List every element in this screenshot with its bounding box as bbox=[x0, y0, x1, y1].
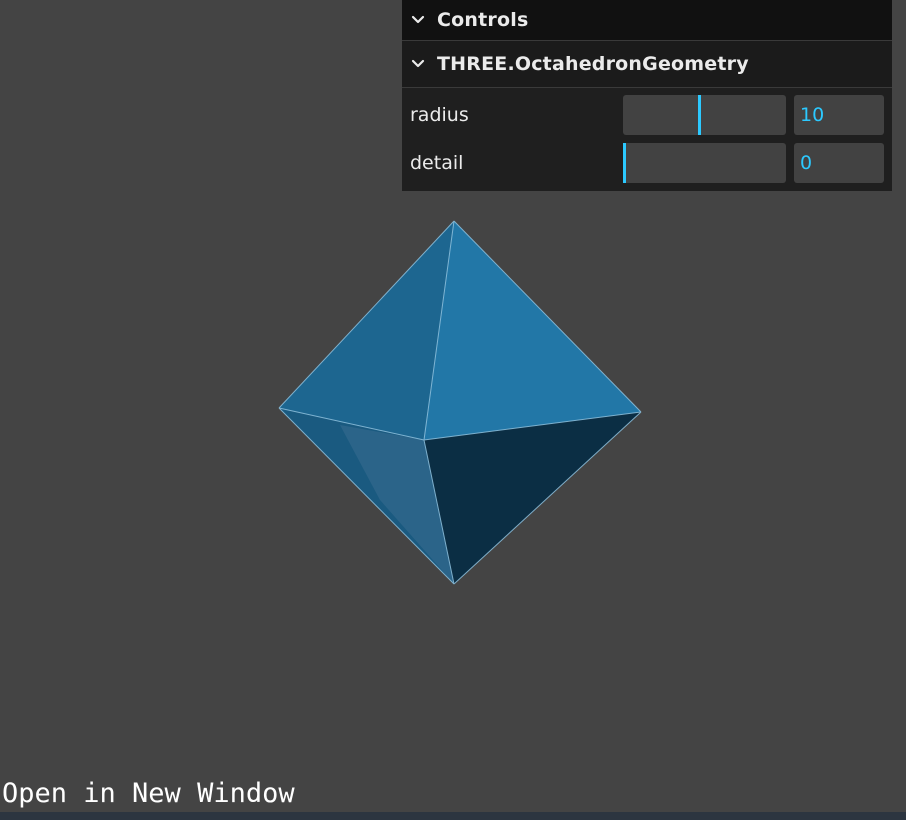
chevron-down-icon bbox=[411, 59, 425, 68]
radius-label: radius bbox=[410, 104, 469, 126]
folder-controls: radius detail bbox=[402, 88, 892, 191]
radius-slider[interactable] bbox=[623, 95, 786, 135]
octahedron-face-lower-right bbox=[424, 412, 641, 584]
controls-title-bar[interactable]: Controls bbox=[402, 0, 892, 41]
folder-title: THREE.OctahedronGeometry bbox=[437, 53, 749, 75]
radius-input[interactable] bbox=[794, 95, 884, 135]
octahedron-face-upper-right bbox=[424, 221, 641, 440]
detail-slider-handle[interactable] bbox=[623, 143, 626, 183]
detail-control: detail bbox=[402, 139, 892, 187]
detail-label: detail bbox=[410, 152, 464, 174]
radius-control: radius bbox=[402, 91, 892, 139]
folder-title-bar[interactable]: THREE.OctahedronGeometry bbox=[402, 41, 892, 88]
open-in-new-window-link[interactable]: Open in New Window bbox=[2, 778, 295, 809]
controls-panel: Controls THREE.OctahedronGeometry radius… bbox=[402, 0, 892, 191]
controls-title: Controls bbox=[437, 9, 529, 31]
radius-slider-handle[interactable] bbox=[698, 95, 701, 135]
detail-input[interactable] bbox=[794, 143, 884, 183]
chevron-down-icon bbox=[411, 15, 425, 24]
octahedron-face-upper-left bbox=[279, 221, 454, 440]
bottom-bar bbox=[0, 812, 906, 820]
detail-slider[interactable] bbox=[623, 143, 786, 183]
